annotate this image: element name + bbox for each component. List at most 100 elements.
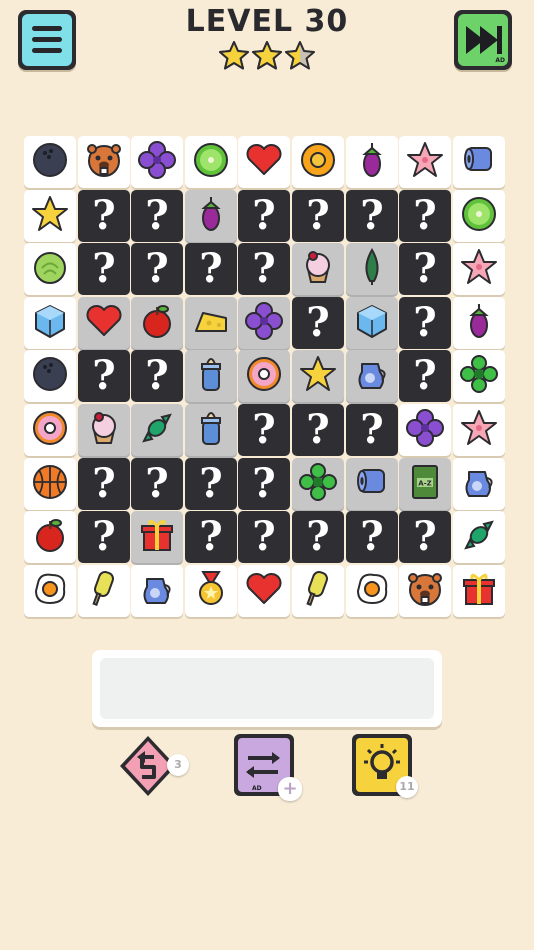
medal-icon	[191, 569, 231, 613]
question-mark: ?	[360, 513, 384, 560]
baby-bottle-icon	[191, 408, 231, 452]
tile-cabbage[interactable]	[24, 243, 76, 295]
tile-jug	[346, 350, 398, 402]
orange-flower-icon	[298, 140, 338, 184]
tile-fried-egg[interactable]	[24, 565, 76, 617]
jug-icon	[459, 462, 499, 506]
eggplant-icon	[191, 194, 231, 238]
tile-heart[interactable]	[238, 565, 290, 617]
shuffle-button[interactable]: AD +	[234, 734, 306, 806]
hidden-tile: ?	[346, 190, 398, 242]
cypress-tree-icon	[352, 247, 392, 291]
tile-violet-flower[interactable]	[399, 404, 451, 456]
pink-flower-icon	[405, 140, 445, 184]
tile-beaver[interactable]	[78, 136, 130, 188]
tile-bowling-ball[interactable]	[24, 350, 76, 402]
question-mark: ?	[306, 192, 330, 239]
eggplant-icon	[352, 140, 392, 184]
tile-popsicle[interactable]	[292, 565, 344, 617]
question-mark: ?	[252, 245, 276, 292]
tile-green-flower[interactable]	[453, 350, 505, 402]
tile-pink-flower[interactable]	[453, 404, 505, 456]
question-mark: ?	[252, 192, 276, 239]
skip-level-button[interactable]: AD	[454, 10, 512, 70]
green-flower-icon	[298, 462, 338, 506]
hidden-tile: ?	[131, 458, 183, 510]
undo-button[interactable]: 3	[118, 734, 189, 804]
tile-fried-egg[interactable]	[346, 565, 398, 617]
ice-cube-icon	[352, 301, 392, 345]
tile-jug[interactable]	[131, 565, 183, 617]
svg-text:A-Z: A-Z	[418, 480, 431, 488]
tile-jug[interactable]	[453, 458, 505, 510]
tile-popsicle[interactable]	[78, 565, 130, 617]
hint-button[interactable]: 11	[352, 734, 424, 806]
tile-eggplant[interactable]	[453, 297, 505, 349]
hidden-tile: ?	[292, 511, 344, 563]
beaver-icon	[405, 569, 445, 613]
cupcake-icon	[84, 408, 124, 452]
tile-ice-cube	[346, 297, 398, 349]
eggplant-icon	[459, 301, 499, 345]
tile-toilet-paper[interactable]	[453, 136, 505, 188]
hidden-tile: ?	[346, 511, 398, 563]
tile-tray	[92, 650, 442, 727]
question-mark: ?	[252, 513, 276, 560]
hidden-tile: ?	[78, 458, 130, 510]
question-mark: ?	[145, 192, 169, 239]
jug-icon	[137, 569, 177, 613]
donut-icon	[30, 408, 70, 452]
star-icon	[30, 194, 70, 238]
question-mark: ?	[145, 352, 169, 399]
tile-orange-flower[interactable]	[292, 136, 344, 188]
question-mark: ?	[145, 245, 169, 292]
baby-bottle-icon	[191, 354, 231, 398]
tile-violet-flower	[238, 297, 290, 349]
question-mark: ?	[360, 406, 384, 453]
tile-bowling-ball[interactable]	[24, 136, 76, 188]
hint-count-badge: 11	[396, 776, 418, 798]
question-mark: ?	[306, 406, 330, 453]
tile-basketball[interactable]	[24, 458, 76, 510]
question-mark: ?	[306, 513, 330, 560]
question-mark: ?	[413, 299, 437, 346]
tile-pink-flower[interactable]	[453, 243, 505, 295]
tile-eggplant[interactable]	[346, 136, 398, 188]
tile-kiwi[interactable]	[453, 190, 505, 242]
tile-donut	[238, 350, 290, 402]
tile-heart[interactable]	[238, 136, 290, 188]
question-mark: ?	[145, 460, 169, 507]
tile-apple[interactable]	[24, 511, 76, 563]
question-mark: ?	[360, 192, 384, 239]
violet-flower-icon	[137, 140, 177, 184]
tile-heart	[78, 297, 130, 349]
violet-flower-icon	[244, 301, 284, 345]
hidden-tile: ?	[78, 243, 130, 295]
question-mark: ?	[92, 245, 116, 292]
question-mark: ?	[199, 460, 223, 507]
tile-gift[interactable]	[453, 565, 505, 617]
plus-icon: +	[278, 777, 302, 801]
toilet-paper-icon	[459, 140, 499, 184]
hidden-tile: ?	[346, 404, 398, 456]
pink-flower-icon	[459, 247, 499, 291]
tile-violet-flower[interactable]	[131, 136, 183, 188]
heart-icon	[84, 301, 124, 345]
question-mark: ?	[199, 513, 223, 560]
tile-star[interactable]	[24, 190, 76, 242]
question-mark: ?	[413, 352, 437, 399]
tile-candy[interactable]	[453, 511, 505, 563]
question-mark: ?	[413, 513, 437, 560]
tile-book: A-Z	[399, 458, 451, 510]
tile-donut[interactable]	[24, 404, 76, 456]
tile-pink-flower[interactable]	[399, 136, 451, 188]
tile-ice-cube[interactable]	[24, 297, 76, 349]
hidden-tile: ?	[292, 297, 344, 349]
hidden-tile: ?	[238, 190, 290, 242]
green-flower-icon	[459, 354, 499, 398]
tile-kiwi[interactable]	[185, 136, 237, 188]
tile-baby-bottle	[185, 350, 237, 402]
tile-medal[interactable]	[185, 565, 237, 617]
tile-beaver[interactable]	[399, 565, 451, 617]
hidden-tile: ?	[238, 458, 290, 510]
